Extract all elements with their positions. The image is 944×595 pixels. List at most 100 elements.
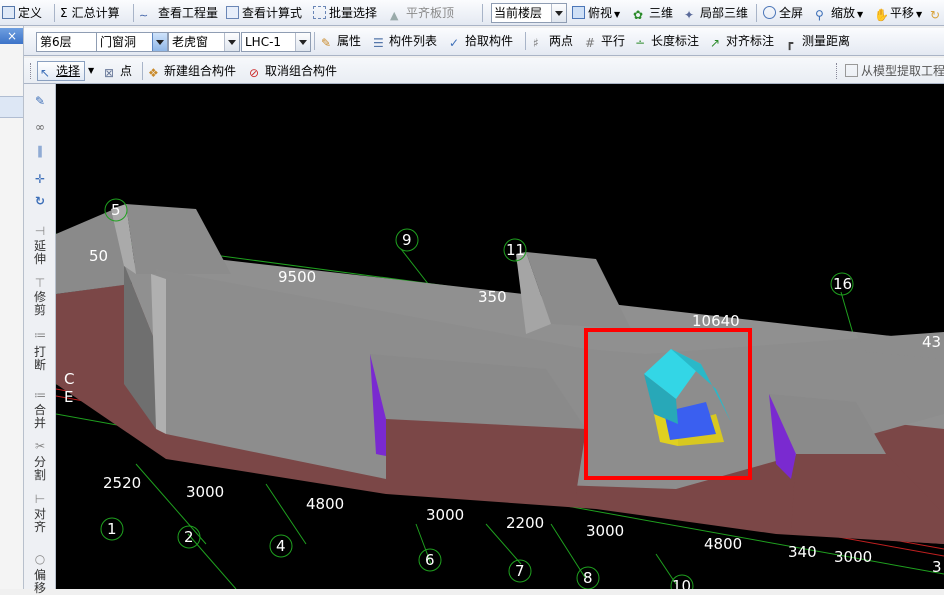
rotate-icon[interactable]: ↻ [930, 4, 944, 22]
pencil-icon[interactable]: ✎ [32, 94, 48, 108]
align-icon: ⊢ [34, 492, 46, 506]
batch-select-icon [313, 6, 326, 19]
top-view-icon [572, 6, 585, 19]
local-3d-label: 局部三维 [700, 6, 749, 20]
three-d-button[interactable]: ✿ 三维 [633, 4, 673, 22]
separator [525, 32, 526, 50]
batch-select-label: 批量选择 [329, 6, 378, 20]
zoom-button[interactable]: ⚲ 缩放 ▼ [815, 4, 863, 22]
two-points-label: 两点 [549, 34, 574, 48]
extract-from-model-label: 从模型提取工程 [861, 64, 944, 78]
sum-calc-label: 汇总计算 [71, 6, 120, 20]
dimension-label: 4800 [306, 495, 344, 513]
top-view-label: 俯视 [588, 6, 613, 20]
axis-label: 8 [583, 569, 593, 587]
separator [133, 4, 134, 22]
dimension-label: 3000 [426, 506, 464, 524]
cursor-icon: ↖ [40, 66, 51, 80]
define-button[interactable]: 定义 [2, 4, 42, 22]
properties-button[interactable]: ✎ 属性 [321, 32, 361, 50]
length-dim-button[interactable]: ∸ 长度标注 [635, 32, 699, 50]
mirror-icon[interactable]: ∥ [32, 144, 48, 158]
local-3d-icon: ✦ [684, 8, 695, 22]
measure-icon: ┏ [786, 36, 794, 50]
pick-component-label: 拾取构件 [465, 34, 514, 48]
flush-slab-label: 平齐板顶 [406, 6, 455, 20]
trim-button[interactable]: 修剪 [32, 291, 48, 317]
cancel-group-button[interactable]: ⊘ 取消组合构件 [249, 62, 337, 80]
separator [482, 4, 483, 22]
select-dropdown[interactable]: ▼ [88, 62, 94, 80]
rotate-icon[interactable]: ↻ [32, 194, 48, 208]
copy-icon[interactable]: ∞ [32, 120, 48, 134]
pick-component-button[interactable]: ✓ 拾取构件 [449, 32, 513, 50]
component-type-select[interactable]: 老虎窗 [168, 32, 240, 52]
local-3d-button[interactable]: ✦ 局部三维 [684, 4, 748, 22]
pan-button[interactable]: ✋平移 ▼ [874, 4, 922, 22]
new-group-label: 新建组合构件 [164, 64, 237, 78]
fullscreen-button[interactable]: 全屏 [763, 4, 803, 22]
parapet-left [126, 204, 231, 274]
toolbar-grip [836, 63, 839, 79]
move-icon[interactable]: ✛ [32, 172, 48, 186]
category-select[interactable]: 门窗洞 [96, 32, 168, 52]
cancel-group-icon: ⊘ [249, 66, 260, 80]
dimension-label: 4800 [704, 535, 742, 553]
view-formula-button[interactable]: 查看计算式 [226, 4, 302, 22]
batch-select-button[interactable]: 批量选择 [313, 4, 377, 22]
extend-button[interactable]: 延伸 [32, 240, 48, 266]
axis-label: 1 [107, 520, 117, 538]
select-label: 选择 [56, 64, 81, 78]
floor-scope-select[interactable]: 当前楼层 [491, 3, 567, 23]
merge-button[interactable]: 合并 [32, 404, 48, 430]
left-panel-close-button[interactable]: × [4, 28, 20, 44]
view-quantity-button[interactable]: ∼ 查看工程量 [139, 4, 218, 22]
main-toolbar: 定义 Σ 汇总计算 ∼ 查看工程量 查看计算式 批量选择 ▲ 平齐板顶 当前楼层 俯视… [0, 0, 944, 26]
dimension-label: 340 [788, 543, 817, 561]
sum-calc-button[interactable]: Σ 汇总计算 [60, 4, 120, 22]
align-dim-button[interactable]: ↗ 对齐标注 [710, 32, 774, 50]
dimension-label: 9500 [278, 268, 316, 286]
point-label: 点 [120, 64, 133, 78]
sigma-icon: Σ [60, 6, 68, 20]
flush-slab-button[interactable]: ▲ 平齐板顶 [390, 4, 454, 22]
parallel-label: 平行 [601, 34, 626, 48]
dimension-label: 3 [932, 558, 942, 576]
split-button[interactable]: 分割 [32, 456, 48, 482]
new-group-button[interactable]: ❖ 新建组合构件 [148, 62, 236, 80]
view-quantity-label: 查看工程量 [158, 6, 219, 20]
parallel-button[interactable]: # 平行 [585, 32, 625, 50]
toolbar-grip [30, 63, 33, 79]
measure-button[interactable]: ┏ 测量距离 [786, 32, 850, 50]
axis-label: 10 [672, 577, 691, 589]
axis-label: 11 [506, 241, 525, 259]
extract-from-model-button[interactable]: 从模型提取工程 [845, 62, 944, 80]
dimension-label: 3000 [834, 548, 872, 566]
chevron-down-icon [152, 33, 167, 51]
component-name-select[interactable]: LHC-1 [241, 32, 311, 52]
point-button[interactable]: ⊠ 点 [104, 62, 132, 80]
break-button[interactable]: 打断 [32, 346, 48, 372]
fullscreen-icon [763, 6, 776, 19]
separator [756, 4, 757, 22]
dimension-label: 3000 [186, 483, 224, 501]
component-list-button[interactable]: ☰ 构件列表 [373, 32, 437, 50]
category-value: 门窗洞 [100, 35, 137, 49]
dimension-label: 2200 [506, 514, 544, 532]
break-icon: ≔ [34, 328, 46, 342]
component-type-value: 老虎窗 [172, 35, 209, 49]
3d-viewport[interactable]: 5 9 11 16 1 2 4 6 7 8 10 C E 50 9500 350… [56, 84, 944, 589]
rotate-glyph-icon: ↻ [930, 8, 941, 22]
separator [314, 32, 315, 50]
floor-value: 第6层 [40, 35, 72, 49]
select-button[interactable]: ↖ 选择 [37, 61, 86, 81]
top-view-button[interactable]: 俯视 ▼ [572, 4, 620, 22]
axis-label: 5 [111, 201, 121, 219]
component-name-value: LHC-1 [245, 35, 282, 49]
vertical-toolbar: ✎ ∞ ∥ ✛ ↻ ⊣ 延伸 ⊤ 修剪 ≔ 打断 ≔ 合并 ✂ 分割 ⊢ 对齐 … [24, 84, 56, 595]
offset-button[interactable]: 偏移 [32, 569, 48, 595]
separator [54, 4, 55, 22]
parallel-icon: # [585, 36, 596, 50]
two-points-button[interactable]: ♯ 两点 [533, 32, 573, 50]
align-button[interactable]: 对齐 [32, 508, 48, 534]
